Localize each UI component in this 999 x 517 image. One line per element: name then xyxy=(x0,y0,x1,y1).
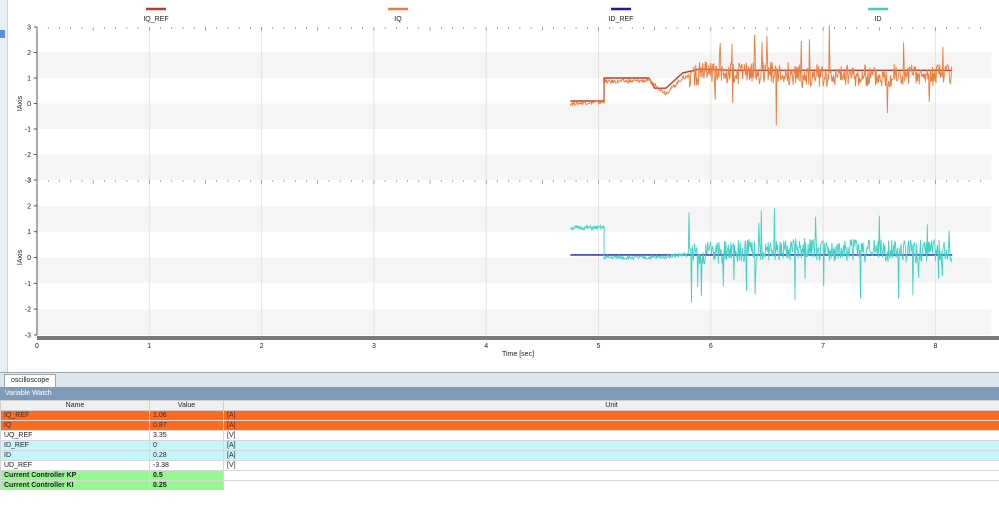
y-tick-label: 1 xyxy=(27,76,31,83)
cell-value[interactable]: 0.87 xyxy=(149,420,224,431)
variable-watch-empty-area xyxy=(0,490,999,517)
legend-label: ID_REF xyxy=(609,16,634,23)
x-axis-label: Time [sec] xyxy=(502,351,534,358)
x-tick-label: 2 xyxy=(260,343,264,350)
x-tick-label: 7 xyxy=(821,343,825,350)
cell-unit: [A] xyxy=(223,420,999,431)
grid-band xyxy=(37,257,992,284)
x-tick-label: 0 xyxy=(35,343,39,350)
cell-value[interactable]: 0 xyxy=(149,440,224,451)
y-tick-label: -1 xyxy=(25,127,31,134)
cell-value[interactable]: 0.28 xyxy=(149,450,224,461)
y-tick-label: 2 xyxy=(27,50,31,57)
grid-band xyxy=(37,103,992,129)
grid-band xyxy=(37,52,992,78)
legend-label: IQ_REF xyxy=(143,16,168,23)
cell-name: IQ_REF xyxy=(0,410,150,421)
cell-unit: [A] xyxy=(223,440,999,451)
table-row[interactable]: IQ 0.87 [A] xyxy=(0,420,999,431)
cell-name: UQ_REF xyxy=(0,430,150,441)
table-row[interactable]: Current Controller KP 0.5 xyxy=(0,470,999,481)
y-axis-label: IAxis xyxy=(17,249,24,265)
column-header-value[interactable]: Value xyxy=(149,400,224,411)
cell-unit xyxy=(223,480,999,491)
y-tick-label: 0 xyxy=(27,101,31,108)
cell-name: UD_REF xyxy=(0,460,150,471)
cell-value[interactable]: 3.35 xyxy=(149,430,224,441)
grid-band xyxy=(37,205,992,232)
oscilloscope-panel: IQ_REF IQ ID_REF ID 3 2 1 0 -1 -2 -3 IAxis 3 2 1 0 -1 -2-… xyxy=(8,0,999,372)
column-header-name[interactable]: Name xyxy=(0,400,150,411)
table-row[interactable]: IQ_REF 1.06 [A] xyxy=(0,410,999,421)
y-tick-label: -1 xyxy=(25,281,31,288)
cell-unit: [V] xyxy=(223,430,999,441)
oscilloscope-chart: IQ_REF IQ ID_REF ID3210-1-2-3IAxis3210-1-2-… xyxy=(17,7,999,358)
cell-value[interactable]: 1.06 xyxy=(149,410,224,421)
grid-band xyxy=(37,154,992,180)
cell-value[interactable]: -3.38 xyxy=(149,460,224,471)
y-tick-label: 2 xyxy=(27,203,31,210)
legend-label: ID xyxy=(875,16,882,23)
variable-watch-title: Variable Watch xyxy=(0,387,999,400)
y-tick-label: -2 xyxy=(25,307,31,314)
table-header-row: Name Value Unit xyxy=(0,400,999,411)
column-header-unit[interactable]: Unit xyxy=(223,400,999,411)
y-tick-label: -3 xyxy=(25,333,31,340)
dock-marker-icon[interactable] xyxy=(0,30,5,38)
x-axis-bar xyxy=(37,336,999,340)
variable-watch-table: Name Value Unit IQ_REF 1.06 [A] IQ 0.87 [A] UQ… xyxy=(0,400,999,491)
cell-name: ID xyxy=(0,450,150,461)
y-tick-label: -2 xyxy=(25,152,31,159)
left-dock-strip xyxy=(0,0,8,372)
y-tick-label: 1 xyxy=(27,229,31,236)
x-tick-label: 8 xyxy=(933,343,937,350)
cell-name: Current Controller KP xyxy=(0,470,150,481)
cell-name: ID_REF xyxy=(0,440,150,451)
tab-oscilloscope[interactable]: oscilloscope xyxy=(4,374,57,387)
x-tick-label: 5 xyxy=(597,343,601,350)
cell-unit xyxy=(223,470,999,481)
x-tick-label: 6 xyxy=(709,343,713,350)
grid-band xyxy=(37,309,992,335)
x-tick-label: 4 xyxy=(484,343,488,350)
table-row[interactable]: Current Controller KI 0.25 xyxy=(0,480,999,491)
cell-unit: [A] xyxy=(223,450,999,461)
table-row[interactable]: UQ_REF 3.35 [V] xyxy=(0,430,999,441)
y-tick-label: 3 xyxy=(27,178,31,185)
table-row[interactable]: ID_REF 0 [A] xyxy=(0,440,999,451)
cell-unit: [V] xyxy=(223,460,999,471)
x-tick-label: 3 xyxy=(372,343,376,350)
y-tick-label: 0 xyxy=(27,255,31,262)
cell-value[interactable]: 0.5 xyxy=(149,470,224,481)
y-axis-label: IAxis xyxy=(17,95,24,111)
legend-label: IQ xyxy=(394,16,402,23)
variable-watch-rows: IQ_REF 1.06 [A] IQ 0.87 [A] UQ_REF 3.35 [V] ID_RE… xyxy=(0,410,999,491)
cell-unit: [A] xyxy=(223,410,999,421)
cell-name: Current Controller KI xyxy=(0,480,150,491)
x-tick-label: 1 xyxy=(147,343,151,350)
cell-name: IQ xyxy=(0,420,150,431)
cell-value[interactable]: 0.25 xyxy=(149,480,224,491)
y-tick-label: 3 xyxy=(27,25,31,32)
tab-bar: oscilloscope xyxy=(0,372,999,387)
table-row[interactable]: ID 0.28 [A] xyxy=(0,450,999,461)
table-row[interactable]: UD_REF -3.38 [V] xyxy=(0,460,999,471)
